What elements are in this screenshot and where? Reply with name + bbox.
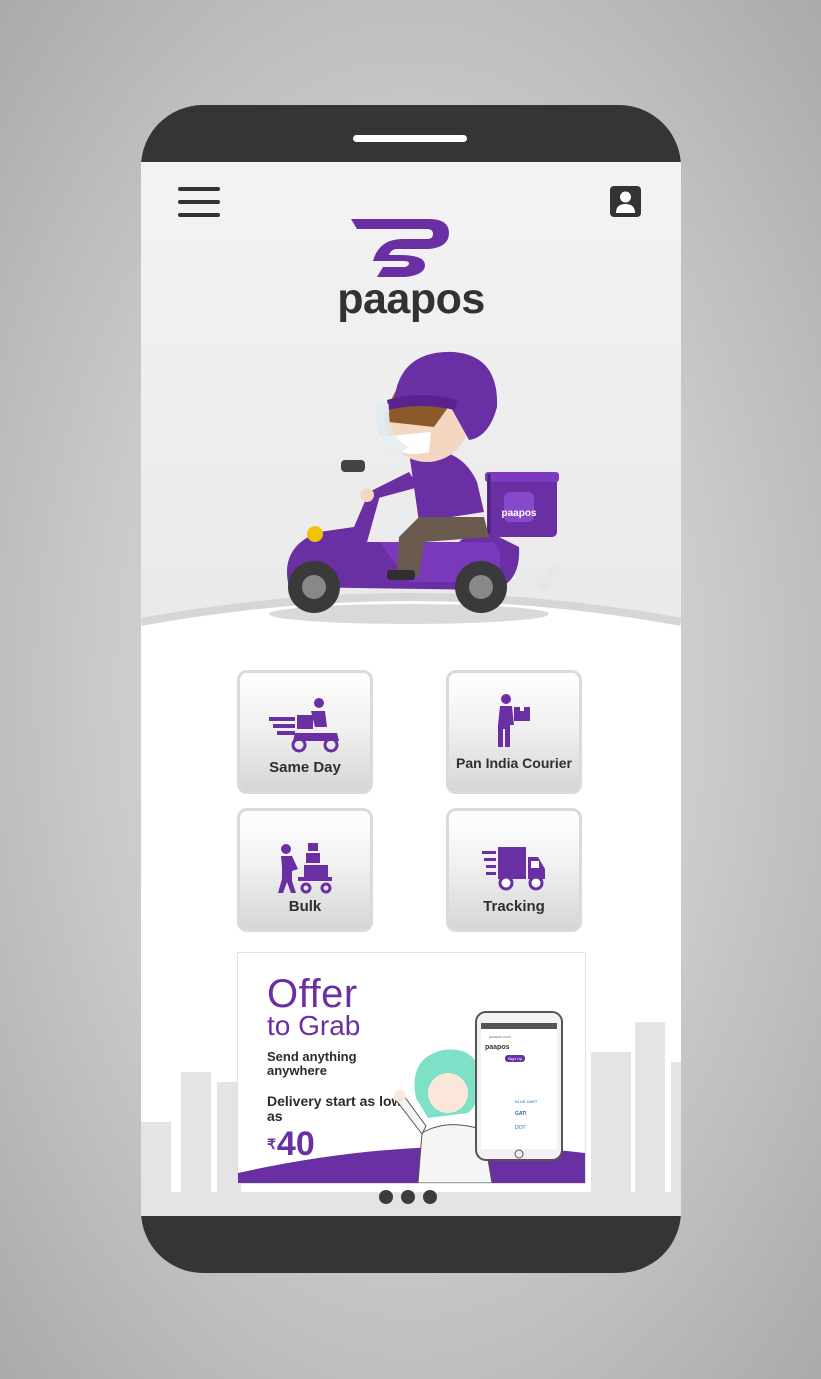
- offer-banner[interactable]: Offer to Grab Send anything anywhere Del…: [237, 952, 586, 1184]
- offer-delivery-text: Delivery start as low as: [267, 1093, 403, 1124]
- rupee-symbol: ₹: [267, 1136, 276, 1152]
- carousel-indicators: [379, 1190, 437, 1204]
- offer-tagline: Send anything anywhere: [267, 1049, 357, 1078]
- delivery-rider-illustration: paapos: [269, 351, 560, 624]
- phone-mockup-partner-2: GATI: [515, 1111, 527, 1117]
- service-label-same-day: Same Day: [269, 759, 341, 776]
- delivery-truck-icon: [482, 847, 545, 891]
- service-label-pan-india-courier: Pan India Courier: [456, 755, 572, 771]
- offer-price-amount: 40: [276, 1125, 315, 1163]
- carousel-dot-1[interactable]: [379, 1190, 393, 1204]
- service-tile-bulk[interactable]: Bulk: [237, 808, 373, 932]
- paapos-logo-icon: [351, 219, 449, 277]
- offer-subtitle: to Grab: [267, 1010, 361, 1041]
- phone-mockup-url: paapos.com: [489, 1034, 511, 1039]
- app-screen: paapos paapos Same Day Pan India Courier…: [141, 162, 681, 1216]
- service-tile-same-day[interactable]: Same Day: [237, 670, 373, 794]
- service-tile-pan-india-courier[interactable]: Pan India Courier: [446, 670, 582, 794]
- service-label-bulk: Bulk: [288, 898, 322, 915]
- trolley-boxes-icon: [278, 843, 332, 894]
- user-profile-icon[interactable]: [609, 185, 642, 218]
- carousel-dot-2[interactable]: [401, 1190, 415, 1204]
- phone-mockup-signup: Sign Up: [508, 1056, 523, 1061]
- phone-mockup-partner-3: DOT: [515, 1125, 526, 1131]
- brand-name: paapos: [337, 275, 485, 323]
- service-label-tracking: Tracking: [483, 898, 545, 915]
- rider-box-label: paapos: [501, 508, 536, 519]
- service-tile-tracking[interactable]: Tracking: [446, 808, 582, 932]
- offer-title: Offer: [267, 972, 358, 1016]
- phone-speaker: [353, 135, 467, 142]
- hamburger-menu-icon[interactable]: [178, 187, 220, 217]
- phone-mockup-illustration: paapos.com paapos Sign Up BLUE DART GATI…: [475, 1011, 563, 1161]
- scooter-delivery-icon: [269, 698, 339, 753]
- offer-price: ₹40: [267, 1127, 315, 1168]
- phone-mockup-partner-1: BLUE DART: [515, 1099, 538, 1104]
- courier-person-icon: [498, 694, 530, 747]
- phone-mockup-brand: paapos: [485, 1044, 510, 1051]
- brand-logo: paapos: [333, 217, 489, 323]
- carousel-dot-3[interactable]: [423, 1190, 437, 1204]
